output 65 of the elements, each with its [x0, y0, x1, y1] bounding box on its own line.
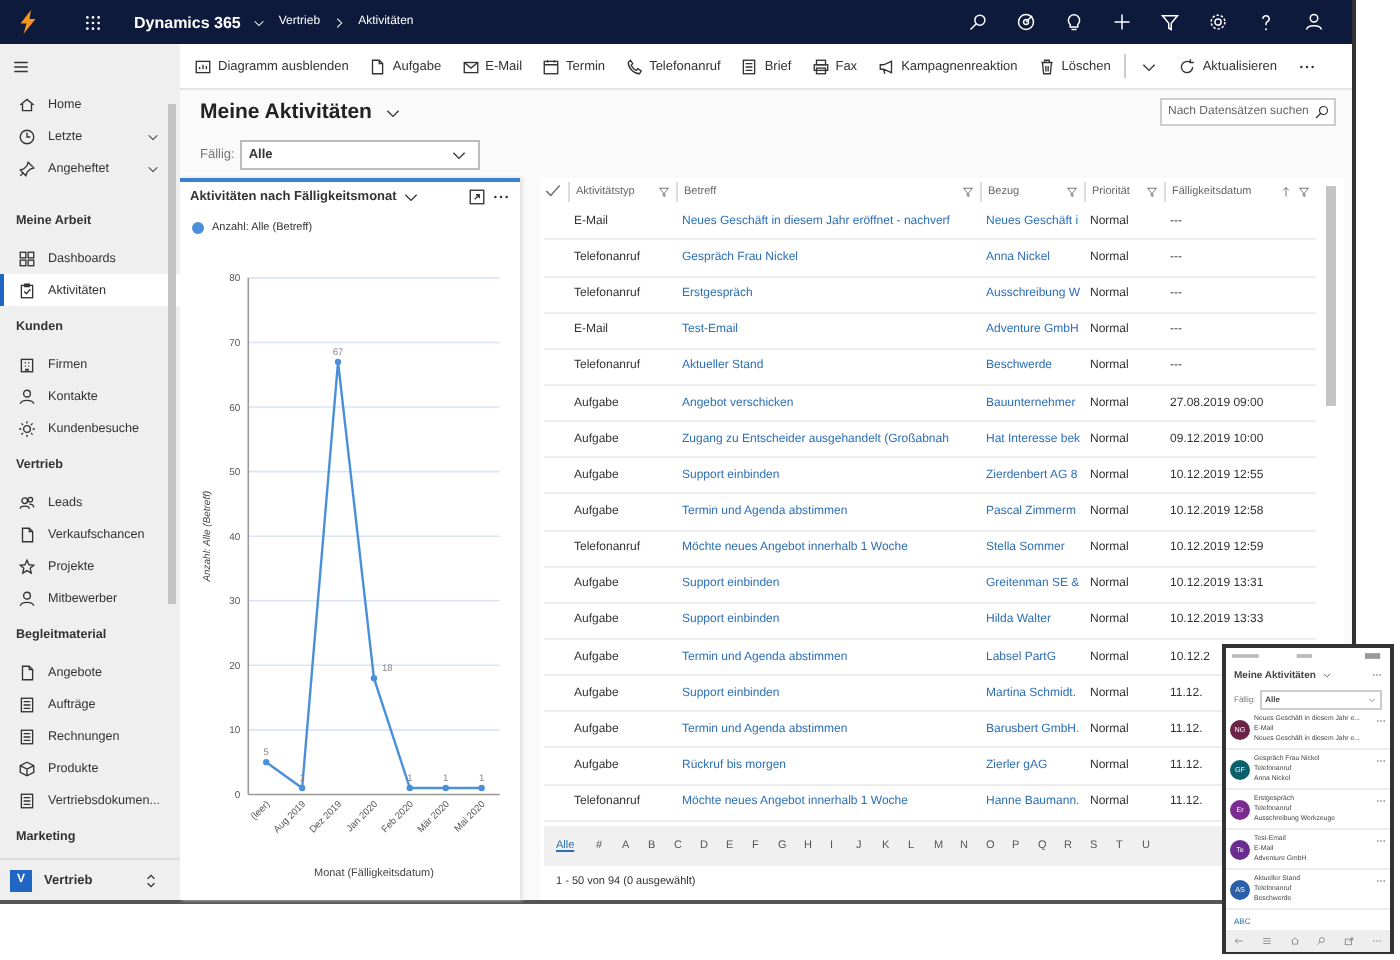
app-launcher-icon[interactable]	[84, 13, 102, 31]
checkmark-icon[interactable]	[544, 182, 562, 201]
share-icon[interactable]	[1343, 936, 1354, 946]
chevron-down-icon	[1368, 695, 1376, 703]
grid-icon	[18, 249, 36, 267]
envelope-icon	[461, 57, 480, 75]
data-point	[370, 674, 378, 682]
refresh-icon	[1178, 57, 1197, 75]
person-icon	[18, 589, 36, 607]
filter-icon	[1298, 185, 1310, 198]
data-point	[406, 784, 413, 792]
filter-icon	[1066, 185, 1078, 198]
clock-icon	[18, 127, 36, 145]
home-icon	[18, 95, 36, 113]
people-icon	[18, 493, 36, 511]
plus-icon[interactable]	[1112, 12, 1132, 32]
help-icon[interactable]	[1256, 12, 1276, 32]
settings-icon[interactable]	[1208, 12, 1228, 32]
data-point	[478, 784, 485, 792]
person-icon[interactable]	[1304, 12, 1324, 32]
home-icon[interactable]	[1289, 936, 1300, 946]
data-point	[298, 784, 306, 792]
app-name[interactable]: Dynamics 365	[134, 13, 241, 31]
document-icon	[18, 663, 36, 681]
document-lines-icon	[18, 695, 36, 713]
filter-icon[interactable]	[1160, 12, 1180, 32]
expand-icon[interactable]	[468, 188, 486, 207]
up-down-chevron-icon	[142, 871, 160, 889]
menu-icon[interactable]	[12, 57, 30, 75]
filter-icon	[658, 185, 670, 198]
chevron-right-icon	[332, 15, 347, 29]
document-lines-icon	[18, 791, 36, 809]
data-point	[334, 358, 342, 365]
printer-icon	[811, 57, 830, 75]
document-icon	[18, 525, 36, 543]
sun-icon	[18, 419, 36, 437]
clipboard-icon	[18, 281, 36, 299]
data-point	[263, 758, 270, 766]
building-icon	[18, 355, 36, 373]
calendar-icon	[542, 57, 561, 75]
chevron-down-icon[interactable]	[252, 15, 267, 29]
pin-icon	[18, 159, 36, 177]
star-icon	[18, 557, 36, 575]
lightning-icon	[16, 10, 40, 34]
trash-icon	[1037, 57, 1056, 75]
scrollbar[interactable]	[168, 104, 176, 604]
target-icon[interactable]	[1016, 12, 1036, 32]
filter-icon	[1146, 185, 1158, 198]
chevron-down-icon	[146, 161, 160, 175]
document-icon	[368, 57, 387, 75]
scrollbar[interactable]	[1326, 186, 1336, 406]
chart-icon	[194, 57, 212, 75]
megaphone-icon	[877, 57, 896, 75]
phone-icon	[625, 57, 644, 75]
view-title[interactable]: Meine Aktivitäten	[200, 100, 372, 124]
lightbulb-icon[interactable]	[1064, 12, 1084, 32]
filter-icon	[962, 185, 974, 198]
person-icon	[18, 387, 36, 405]
data-point	[442, 784, 449, 792]
document-lines-icon	[18, 727, 36, 745]
search-icon	[1314, 104, 1330, 120]
chevron-down-icon	[146, 129, 160, 143]
cube-icon	[18, 759, 36, 777]
document-lines-icon	[740, 57, 759, 75]
search-icon[interactable]	[968, 12, 988, 32]
